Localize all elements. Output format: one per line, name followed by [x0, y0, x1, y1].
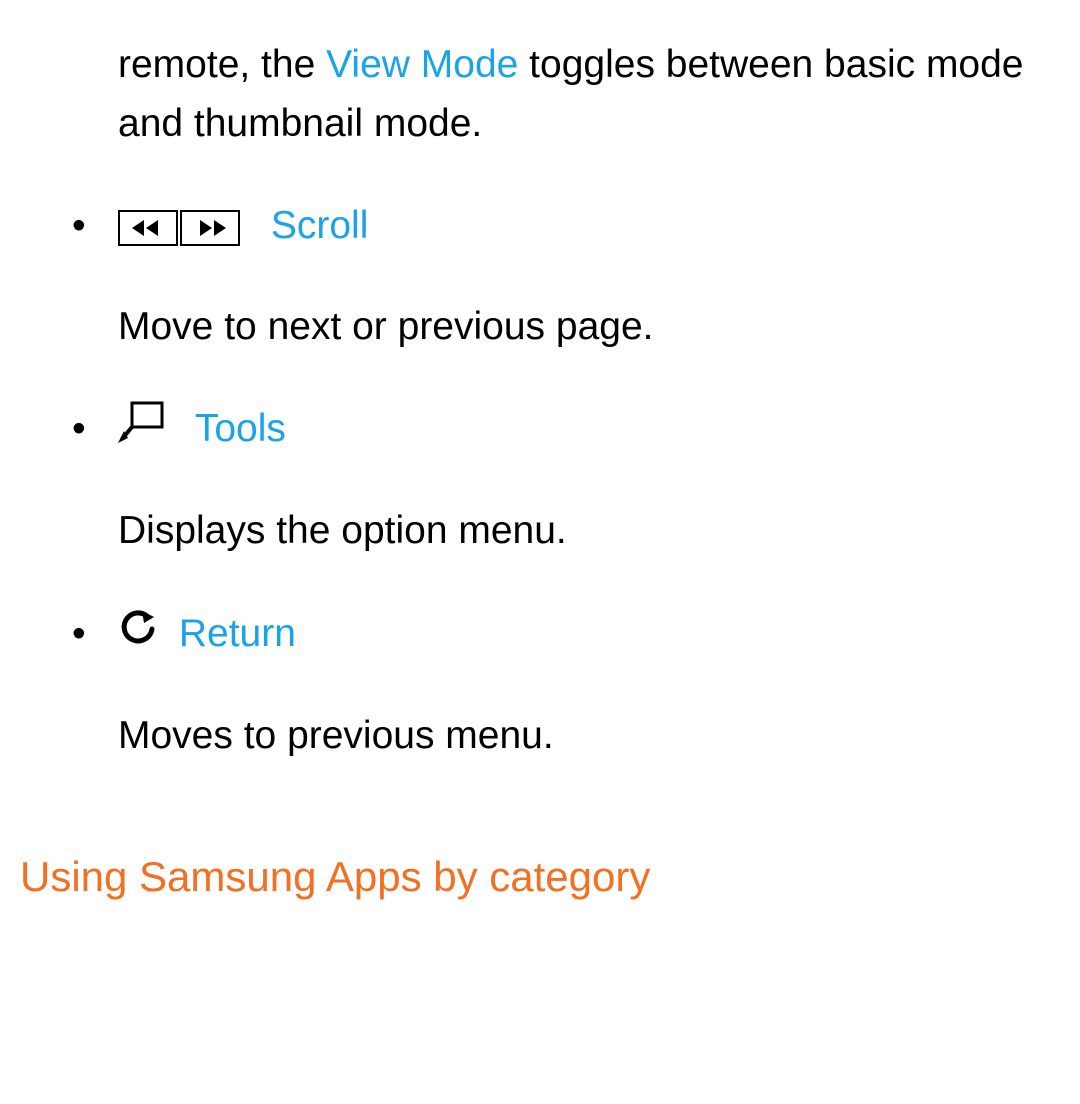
list-item: Return Moves to previous menu.	[20, 605, 1060, 765]
scroll-desc: Move to next or previous page.	[118, 298, 1060, 357]
intro-paragraph: remote, the View Mode toggles between ba…	[118, 36, 1060, 153]
section-heading: Using Samsung Apps by category	[20, 845, 1060, 908]
return-desc: Moves to previous menu.	[118, 707, 1060, 766]
tools-label: Tools	[195, 407, 286, 450]
rewind-icon	[118, 210, 178, 246]
return-icon	[118, 606, 158, 665]
intro-text-1: remote, the	[118, 43, 326, 86]
list-item: Scroll Move to next or previous page.	[20, 197, 1060, 356]
manual-page: remote, the View Mode toggles between ba…	[0, 0, 1080, 908]
scroll-icons	[118, 204, 253, 247]
view-mode-term: View Mode	[326, 43, 518, 86]
scroll-label: Scroll	[271, 204, 369, 247]
fast-forward-icon	[180, 210, 240, 246]
return-label: Return	[179, 612, 296, 655]
tools-desc: Displays the option menu.	[118, 502, 1060, 561]
tools-icon	[118, 401, 166, 461]
list-item: Tools Displays the option menu.	[20, 400, 1060, 561]
controls-list: Scroll Move to next or previous page. To…	[20, 197, 1060, 765]
